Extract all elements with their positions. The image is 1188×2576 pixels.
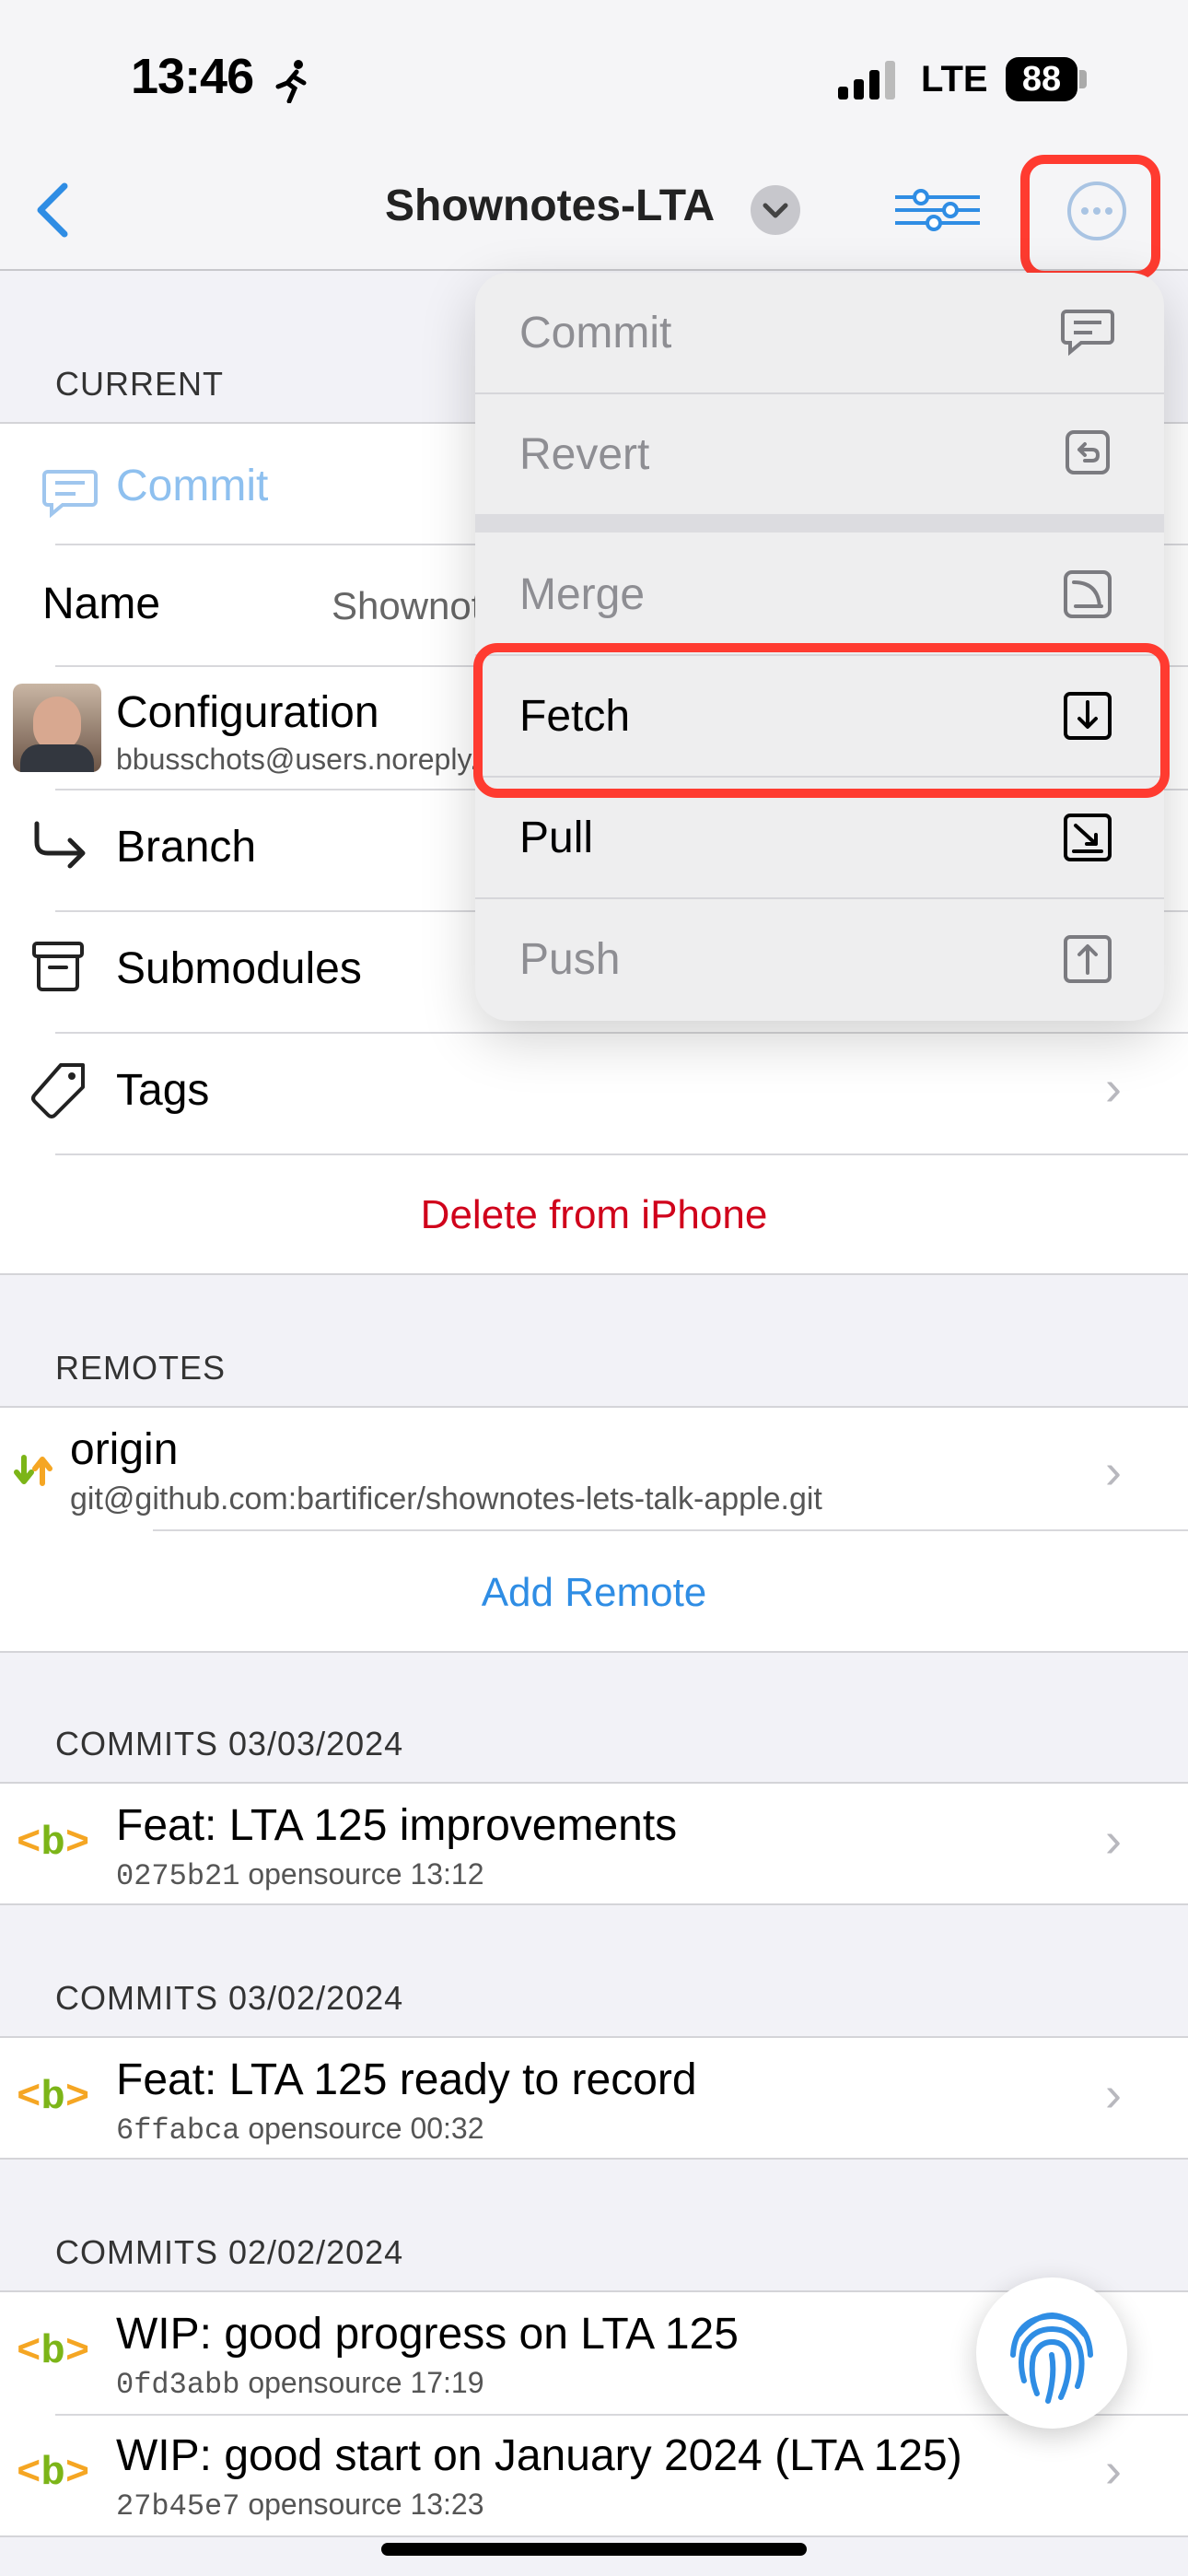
home-indicator — [381, 2543, 807, 2556]
commit-row[interactable]: <b> Feat: LTA 125 improvements 0275b21 o… — [0, 1784, 1188, 1903]
battery-level: 88 — [1006, 57, 1077, 101]
commit-chevron-icon: › — [1105, 2067, 1122, 2122]
branch-label[interactable]: Branch — [116, 822, 256, 872]
branch-arrow-icon — [34, 821, 86, 869]
commit-group: <b> Feat: LTA 125 improvements 0275b21 o… — [0, 1782, 1188, 1905]
menu-group-divider — [475, 514, 1164, 533]
menu-item-push[interactable]: Push — [475, 899, 1164, 1019]
tags-label[interactable]: Tags — [116, 1065, 209, 1116]
fingerprint-button[interactable] — [976, 2277, 1127, 2429]
commit-hash: 27b45e7 — [116, 2489, 240, 2523]
commit-group: <b> Feat: LTA 125 ready to record 6ffabc… — [0, 2036, 1188, 2160]
branch-tag-icon: <b> — [17, 2075, 90, 2121]
commit-meta: opensource 13:23 — [248, 2488, 484, 2521]
network-type: LTE — [921, 59, 988, 100]
avatar — [13, 684, 101, 772]
commit-message: WIP: good start on January 2024 (LTA 125… — [116, 2431, 962, 2480]
commit-meta: opensource 00:32 — [248, 2112, 484, 2145]
commit-bubble-icon — [42, 470, 98, 518]
commit-hash: 0fd3abb — [116, 2368, 240, 2402]
menu-item-merge[interactable]: Merge — [475, 534, 1164, 654]
menu-item-label: Pull — [519, 814, 594, 862]
commit-hash: 0275b21 — [116, 1859, 240, 1893]
remote-chevron-icon: › — [1105, 1444, 1122, 1499]
branch-tag-icon: <b> — [17, 1821, 90, 1867]
add-remote-button[interactable]: Add Remote — [0, 1570, 1188, 1616]
configuration-label[interactable]: Configuration — [116, 687, 379, 738]
menu-item-label: Merge — [519, 570, 646, 619]
nav-title[interactable]: Shownotes-LTA — [385, 181, 715, 231]
revert-icon — [1066, 430, 1110, 474]
section-header-remotes: REMOTES — [55, 1349, 227, 1387]
tags-chevron-icon: › — [1105, 1060, 1122, 1116]
commit-chevron-icon: › — [1105, 1812, 1122, 1868]
remote-name[interactable]: origin — [70, 1424, 178, 1475]
cellular-signal-icon — [838, 61, 895, 100]
commit-message: Feat: LTA 125 improvements — [116, 1801, 678, 1850]
push-icon — [1064, 935, 1112, 983]
commit-row[interactable]: <b> WIP: good start on January 2024 (LTA… — [0, 2414, 1188, 2535]
remote-url: git@github.com:bartificer/shownotes-lets… — [70, 1481, 822, 1516]
pull-icon — [1064, 814, 1112, 861]
menu-item-label: Push — [519, 935, 621, 984]
sync-arrows-icon — [14, 1455, 52, 1486]
section-header-current: CURRENT — [55, 365, 224, 403]
commit-meta: opensource 17:19 — [248, 2366, 484, 2399]
fetch-highlight — [473, 643, 1170, 798]
branch-tag-icon: <b> — [17, 2451, 90, 2497]
current-commit-label[interactable]: Commit — [116, 461, 268, 511]
tag-icon — [31, 1063, 85, 1118]
archive-box-icon — [32, 942, 84, 991]
configuration-email: bbusschots@users.noreply.github.com — [116, 743, 475, 776]
menu-item-revert[interactable]: Revert — [475, 394, 1164, 514]
running-icon — [275, 60, 307, 103]
repo-picker-chevron-icon[interactable] — [750, 184, 801, 236]
commit-bubble-icon — [1061, 310, 1114, 357]
commit-hash: 6ffabca — [116, 2113, 240, 2148]
submodules-label[interactable]: Submodules — [116, 943, 362, 994]
section-header-commits: COMMITS 03/02/2024 — [55, 1979, 404, 2017]
delete-button[interactable]: Delete from iPhone — [0, 1192, 1188, 1238]
section-header-commits: COMMITS 03/03/2024 — [55, 1725, 404, 1762]
commit-row[interactable]: <b> Feat: LTA 125 ready to record 6ffabc… — [0, 2038, 1188, 2158]
menu-item-label: Revert — [519, 430, 650, 479]
filter-sliders-icon[interactable] — [893, 184, 982, 236]
status-time: 13:46 — [131, 49, 254, 104]
section-header-commits: COMMITS 02/02/2024 — [55, 2233, 404, 2271]
menu-item-label: Commit — [519, 309, 672, 357]
fingerprint-icon — [1010, 2313, 1093, 2404]
battery-tip — [1079, 70, 1087, 88]
more-options-highlight — [1020, 155, 1160, 280]
commit-message: Feat: LTA 125 ready to record — [116, 2055, 697, 2104]
remotes-group: origin git@github.com:bartificer/shownot… — [0, 1406, 1188, 1653]
commit-message: WIP: good progress on LTA 125 — [116, 2310, 739, 2359]
commit-meta: opensource 13:12 — [248, 1857, 484, 1891]
branch-tag-icon: <b> — [17, 2329, 90, 2375]
menu-item-commit[interactable]: Commit — [475, 273, 1164, 392]
merge-icon — [1064, 570, 1112, 618]
commit-chevron-icon: › — [1105, 2442, 1122, 2498]
back-chevron-icon[interactable] — [31, 181, 72, 240]
name-value[interactable]: Shownotes-LTA — [332, 584, 479, 628]
name-label: Name — [42, 580, 161, 628]
